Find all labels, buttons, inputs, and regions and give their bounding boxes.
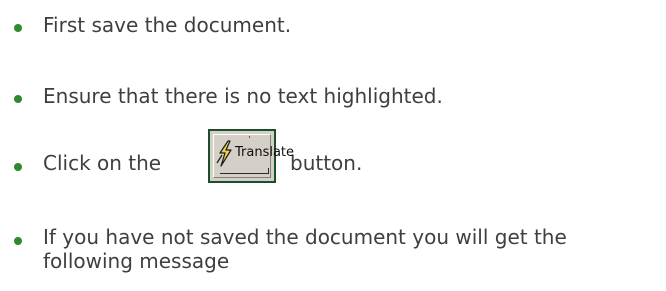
translate-button[interactable]: Translate	[213, 134, 294, 178]
bullet-icon	[14, 237, 22, 245]
bullet-icon	[14, 95, 22, 103]
bullet-icon	[14, 163, 22, 171]
item-text-line1: If you have not saved the document you w…	[43, 225, 567, 249]
button-underline	[220, 173, 268, 174]
item-text-line2: following message	[43, 249, 230, 273]
item-text: If you have not saved the document you w…	[43, 225, 567, 273]
lightning-icon	[216, 140, 232, 167]
item-text-prefix: Click on the	[43, 151, 162, 175]
item-text: Ensure that there is no text highlighted…	[43, 84, 443, 108]
item-text: First save the document.	[43, 13, 292, 37]
translate-button-screenshot: Translate	[208, 129, 294, 183]
translate-button-label: Translate	[235, 145, 295, 160]
bullet-icon	[14, 24, 22, 32]
button-tick	[268, 168, 269, 174]
instruction-list: First save the document. Ensure that the…	[0, 0, 666, 291]
item-text-suffix: button.	[290, 151, 363, 175]
button-marker	[249, 136, 250, 138]
